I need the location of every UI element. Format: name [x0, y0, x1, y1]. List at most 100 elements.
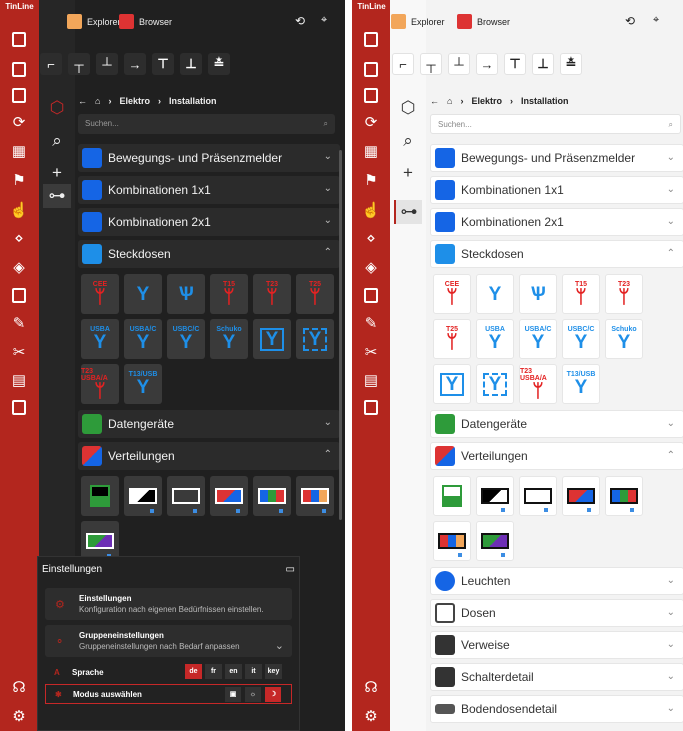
- crumb-elektro[interactable]: Elektro: [471, 96, 502, 106]
- browser-tab[interactable]: Browser: [119, 14, 172, 29]
- exchange-icon[interactable]: ⟳: [361, 113, 381, 131]
- back-icon[interactable]: ←: [78, 96, 87, 106]
- category-bewegung[interactable]: Bewegungs- und Präsenzmelder ⌄: [430, 144, 683, 172]
- printer-icon[interactable]: [361, 60, 381, 78]
- category-steckdosen[interactable]: Steckdosen ⌃: [430, 240, 683, 268]
- report-icon[interactable]: [9, 286, 29, 304]
- tile-schuko[interactable]: Schuko Y: [605, 319, 643, 359]
- exchange-icon[interactable]: ⟳: [9, 113, 29, 131]
- document-icon[interactable]: [9, 30, 29, 48]
- search-input[interactable]: Suchen... ⌕: [78, 114, 335, 134]
- category-dosen[interactable]: Dosen ⌄: [430, 599, 683, 627]
- explorer-tab[interactable]: Explorer: [391, 14, 445, 29]
- tile-usbcc[interactable]: USBC/C Y: [167, 319, 205, 359]
- search-icon[interactable]: ⌕: [399, 132, 417, 150]
- hand-icon[interactable]: ☝: [361, 201, 381, 219]
- tool-curve[interactable]: ⌐: [40, 53, 62, 75]
- category-k2x1[interactable]: Kombinationen 2x1 ⌄: [430, 208, 683, 236]
- refresh-icon[interactable]: ⟲: [295, 14, 305, 28]
- category-verweise[interactable]: Verweise ⌄: [430, 631, 683, 659]
- tile-t23-usba[interactable]: T23 USBA/A ᛘ: [519, 364, 557, 404]
- tile-cee[interactable]: CEE ᛘ: [81, 274, 119, 314]
- nodes-icon[interactable]: ⋄: [361, 229, 381, 247]
- tool-stack[interactable]: ≛: [560, 53, 582, 75]
- key-icon[interactable]: ⊶: [394, 200, 422, 224]
- tile-dist-redblue[interactable]: [562, 476, 600, 516]
- crumb-elektro[interactable]: Elektro: [119, 96, 150, 106]
- tile-box-dashed[interactable]: Y: [296, 319, 334, 359]
- nodes-icon[interactable]: ⋄: [9, 229, 29, 247]
- lang-de[interactable]: de: [185, 664, 202, 679]
- layers-icon[interactable]: ◈: [361, 258, 381, 276]
- pattern-icon[interactable]: ▦: [361, 142, 381, 160]
- tile-t13-usb[interactable]: T13/USB Y: [124, 364, 162, 404]
- tile-dist-empty[interactable]: [519, 476, 557, 516]
- category-schalterdetail[interactable]: Schalterdetail ⌄: [430, 663, 683, 691]
- tool-top[interactable]: ┬: [420, 53, 442, 75]
- tile-dist-green[interactable]: [81, 476, 119, 516]
- explorer-tab[interactable]: Explorer: [67, 14, 121, 29]
- tile-usbac[interactable]: USBA/C Y: [124, 319, 162, 359]
- category-k1x1[interactable]: Kombinationen 1x1 ⌄: [430, 176, 683, 204]
- tools-icon[interactable]: ✂: [361, 343, 381, 361]
- key-icon[interactable]: ⊶: [43, 184, 71, 208]
- category-verteilungen[interactable]: Verteilungen ⌃: [78, 442, 340, 470]
- tile-dist-black[interactable]: [476, 476, 514, 516]
- category-leuchten[interactable]: Leuchten ⌄: [430, 567, 683, 595]
- tile-socket-double[interactable]: Ѱ: [167, 274, 205, 314]
- tool-t[interactable]: ⊤: [152, 53, 174, 75]
- tool-t[interactable]: ⊤: [504, 53, 526, 75]
- tile-dist-multi2[interactable]: [296, 476, 334, 516]
- cube-icon[interactable]: ⬡: [399, 99, 417, 117]
- tile-t15[interactable]: T15 ᛘ: [562, 274, 600, 314]
- hand-icon[interactable]: ☝: [9, 201, 29, 219]
- home-icon[interactable]: ⌂: [447, 96, 452, 106]
- tile-dist-greenpurple[interactable]: [476, 521, 514, 561]
- tile-t15[interactable]: T15 ᛘ: [210, 274, 248, 314]
- support-icon[interactable]: ☊: [361, 678, 381, 696]
- tool-curve[interactable]: ⌐: [392, 53, 414, 75]
- category-datengeraete[interactable]: Datengeräte ⌄: [78, 410, 340, 438]
- brush-icon[interactable]: ✎: [9, 314, 29, 332]
- tile-box[interactable]: Y: [433, 364, 471, 404]
- tile-usbcc[interactable]: USBC/C Y: [562, 319, 600, 359]
- tool-base[interactable]: ⊥: [532, 53, 554, 75]
- support-icon[interactable]: ☊: [9, 678, 29, 696]
- tool-bottom[interactable]: ┴: [96, 53, 118, 75]
- cube-icon[interactable]: ⬡: [48, 99, 66, 117]
- tile-t13-usb[interactable]: T13/USB Y: [562, 364, 600, 404]
- save-icon[interactable]: [9, 86, 29, 104]
- category-datengeraete[interactable]: Datengeräte ⌄: [430, 410, 683, 438]
- search-icon[interactable]: ⌕: [48, 132, 66, 150]
- document-icon[interactable]: [361, 30, 381, 48]
- tile-dist-greenpurple[interactable]: [81, 521, 119, 561]
- tile-t25[interactable]: T25 ᛘ: [433, 319, 471, 359]
- category-verteilungen[interactable]: Verteilungen ⌃: [430, 442, 683, 470]
- mode-light-icon[interactable]: ☼: [245, 687, 261, 702]
- printer-icon[interactable]: [9, 60, 29, 78]
- tile-usba[interactable]: USBA Y: [81, 319, 119, 359]
- save-icon[interactable]: [361, 86, 381, 104]
- crumb-installation[interactable]: Installation: [521, 96, 569, 106]
- lang-it[interactable]: it: [245, 664, 262, 679]
- add-icon[interactable]: +: [48, 164, 66, 182]
- pin-icon[interactable]: ⌖: [653, 14, 659, 27]
- export-icon[interactable]: [361, 398, 381, 416]
- settings-gear-icon[interactable]: ⚙: [9, 707, 29, 725]
- tile-dist-black[interactable]: [124, 476, 162, 516]
- pin-icon[interactable]: ⌖: [321, 14, 327, 27]
- tool-base[interactable]: ⊥: [180, 53, 202, 75]
- flag-icon[interactable]: ⚑: [9, 171, 29, 189]
- lang-key[interactable]: key: [265, 664, 282, 679]
- tile-socket[interactable]: Y: [476, 274, 514, 314]
- tools-icon[interactable]: ✂: [9, 343, 29, 361]
- scanner-icon[interactable]: ▤: [9, 371, 29, 389]
- tool-stack[interactable]: ≛: [208, 53, 230, 75]
- pattern-icon[interactable]: ▦: [9, 142, 29, 160]
- tile-socket[interactable]: Y: [124, 274, 162, 314]
- tile-t23[interactable]: T23 ᛘ: [253, 274, 291, 314]
- window-icon[interactable]: ▭: [286, 564, 295, 576]
- category-k2x1[interactable]: Kombinationen 2x1 ⌄: [78, 208, 340, 236]
- refresh-icon[interactable]: ⟲: [625, 14, 635, 28]
- tile-dist-empty[interactable]: [167, 476, 205, 516]
